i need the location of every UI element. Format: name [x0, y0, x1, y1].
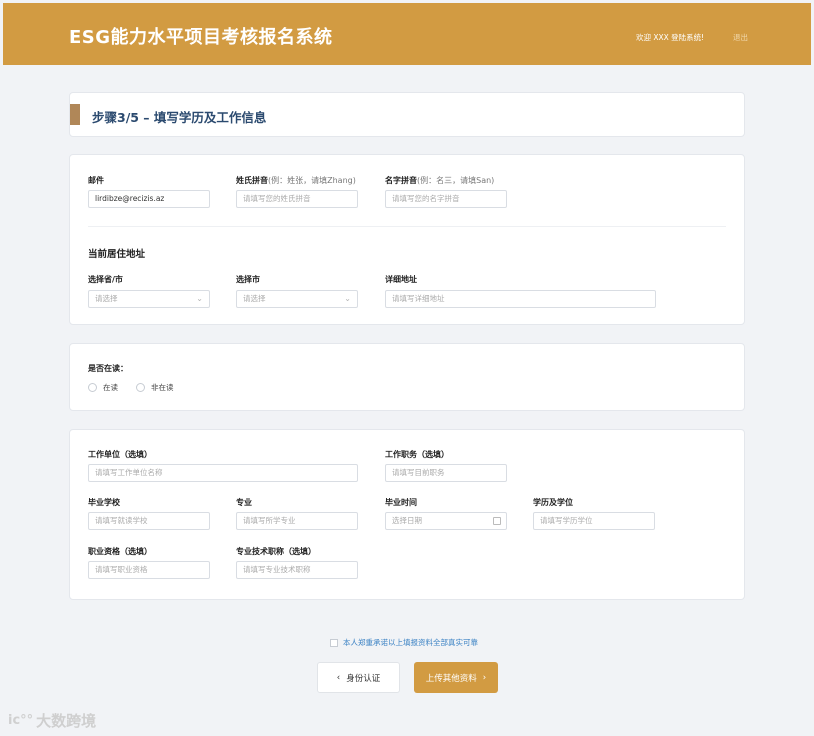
section-divider	[88, 226, 726, 227]
step-accent-bar	[70, 104, 80, 125]
graduation-time-label: 毕业时间	[385, 498, 417, 507]
degree-input[interactable]: 请填写学历学位	[533, 512, 655, 530]
major-input[interactable]: 请填写所学专业	[236, 512, 358, 530]
work-education-card: 工作单位（选填） 请填写工作单位名称 工作职务（选填） 请填写目前职务 毕业学校…	[69, 429, 745, 600]
address-section-title: 当前居住地址	[88, 249, 146, 260]
graduation-date-picker[interactable]: 选择日期	[385, 512, 507, 530]
employer-label: 工作单位（选填）	[88, 450, 152, 459]
watermark-logo-icon: ic°°	[8, 713, 34, 728]
watermark: ic°° 大数跨境	[8, 710, 96, 731]
city-label: 选择市	[236, 275, 260, 284]
previous-step-label: 身份认证	[346, 673, 381, 684]
employer-input[interactable]: 请填写工作单位名称	[88, 464, 358, 482]
graduation-date-value: 选择日期	[392, 516, 422, 525]
school-input[interactable]: 请填写就读学校	[88, 512, 210, 530]
city-select-value: 请选择	[243, 294, 266, 303]
email-field[interactable]: lirdibze@recizis.az	[88, 190, 210, 208]
agreement-checkbox-row[interactable]: 本人郑重承诺以上填报资料全部真实可靠	[330, 637, 478, 648]
givenname-hint: (例：名三，请填San)	[417, 176, 495, 185]
professional-title-input[interactable]: 请填写专业技术职称	[236, 561, 358, 579]
professional-title-label: 专业技术职称（选填）	[236, 547, 316, 556]
qualification-input[interactable]: 请填写职业资格	[88, 561, 210, 579]
email-label: 邮件	[88, 176, 104, 185]
welcome-text: 欢迎 XXX 登陆系统!	[636, 33, 705, 42]
chevron-left-icon: ‹	[336, 672, 341, 683]
school-label: 毕业学校	[88, 498, 120, 507]
givenname-label: 名字拼音(例：名三，请填San)	[385, 175, 494, 186]
givenname-input[interactable]: 请填写您的名字拼音	[385, 190, 507, 208]
radio-circle[interactable]	[88, 383, 97, 392]
calendar-icon	[493, 517, 501, 525]
city-select[interactable]: 请选择 ⌄	[236, 290, 358, 308]
province-select-value: 请选择	[95, 294, 118, 303]
province-label: 选择省/市	[88, 275, 123, 284]
next-step-button[interactable]: 上传其他资料 ›	[414, 662, 498, 693]
step-title: 步骤3/5 – 填写学历及工作信息	[92, 110, 267, 125]
radio-studying-label: 在读	[103, 383, 118, 392]
province-select[interactable]: 请选择 ⌄	[88, 290, 210, 308]
chevron-right-icon: ›	[482, 672, 487, 683]
surname-label: 姓氏拼音(例：姓张，请填Zhang)	[236, 175, 356, 186]
chevron-down-icon: ⌄	[344, 294, 351, 303]
watermark-text: 大数跨境	[36, 712, 97, 730]
agreement-text: 本人郑重承诺以上填报资料全部真实可靠	[343, 638, 478, 647]
radio-not-studying[interactable]: 非在读	[136, 382, 174, 393]
logout-link[interactable]: 退出	[733, 32, 748, 43]
study-status-label: 是否在读：	[88, 364, 128, 373]
givenname-label-text: 名字拼音	[385, 176, 417, 185]
degree-label: 学历及学位	[533, 498, 573, 507]
contact-address-card: 邮件 lirdibze@recizis.az 姓氏拼音(例：姓张，请填Zhang…	[69, 154, 745, 325]
next-step-label: 上传其他资料	[425, 673, 477, 684]
app-header: ESG能力水平项目考核报名系统 欢迎 XXX 登陆系统! 退出	[3, 3, 811, 65]
major-label: 专业	[236, 498, 252, 507]
study-status-card: 是否在读： 在读 非在读	[69, 343, 745, 411]
position-label: 工作职务（选填）	[385, 450, 449, 459]
previous-step-button[interactable]: ‹ 身份认证	[317, 662, 400, 693]
step-card: 步骤3/5 – 填写学历及工作信息	[69, 92, 745, 137]
radio-not-studying-label: 非在读	[151, 383, 174, 392]
agreement-checkbox[interactable]	[330, 638, 338, 647]
detail-address-input[interactable]: 请填写详细地址	[385, 290, 656, 308]
detail-address-label: 详细地址	[385, 275, 417, 284]
surname-input[interactable]: 请填写您的姓氏拼音	[236, 190, 358, 208]
position-input[interactable]: 请填写目前职务	[385, 464, 507, 482]
surname-hint: (例：姓张，请填Zhang)	[268, 176, 356, 185]
radio-studying[interactable]: 在读	[88, 382, 118, 393]
qualification-label: 职业资格（选填）	[88, 547, 152, 556]
radio-circle[interactable]	[136, 383, 145, 392]
chevron-down-icon: ⌄	[196, 294, 203, 303]
surname-label-text: 姓氏拼音	[236, 176, 268, 185]
app-title: ESG能力水平项目考核报名系统	[69, 27, 333, 48]
